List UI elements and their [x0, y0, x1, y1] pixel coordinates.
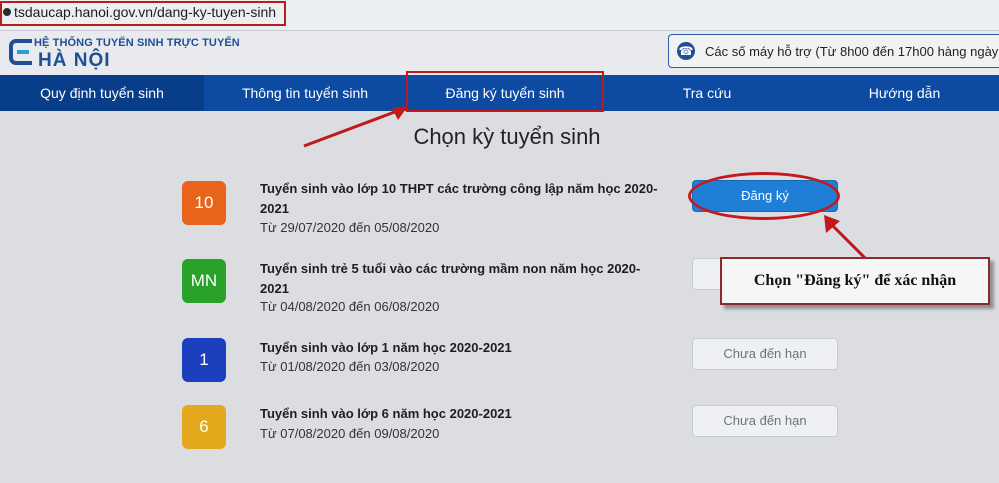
nav-item-tra-cuu[interactable]: Tra cứu: [604, 75, 810, 111]
nav-item-quy-dinh[interactable]: Quy định tuyển sinh: [0, 75, 204, 111]
nav-highlight-box: [406, 71, 604, 112]
page-title: Chọn kỳ tuyển sinh: [413, 124, 601, 149]
support-text: Các số máy hỗ trợ (Từ 8h00 đến 17h00 hàn…: [705, 44, 999, 59]
item-date: Từ 04/08/2020 đến 06/08/2020: [260, 299, 440, 314]
logo-title: HỆ THỐNG TUYỂN SINH TRỰC TUYẾN: [34, 37, 240, 49]
annotation-callout: Chọn "Đăng ký" để xác nhận: [720, 257, 990, 305]
item-title: Tuyển sinh vào lớp 10 THPT các trường cô…: [260, 181, 658, 216]
item-date: Từ 01/08/2020 đến 03/08/2020: [260, 359, 440, 374]
item-title: Tuyển sinh trẻ 5 tuổi vào các trường mầm…: [260, 261, 641, 296]
item-title: Tuyển sinh vào lớp 6 năm học 2020-2021: [260, 406, 512, 421]
not-yet-button[interactable]: Chưa đến hạn: [692, 338, 838, 370]
nav-item-huong-dan[interactable]: Hướng dẫn: [810, 75, 999, 111]
item-title: Tuyển sinh vào lớp 1 năm học 2020-2021: [260, 340, 512, 355]
callout-arrow-icon: [824, 215, 868, 261]
not-yet-button[interactable]: Chưa đến hạn: [692, 405, 838, 437]
url-highlight-box: [0, 1, 286, 26]
support-hotline[interactable]: ☎ Các số máy hỗ trợ (Từ 8h00 đến 17h00 h…: [668, 34, 999, 68]
badge-mam-non: MN: [182, 259, 226, 303]
badge-lop-10: 10: [182, 181, 226, 225]
logo-city: HÀ NỘI: [38, 50, 111, 71]
item-date: Từ 29/07/2020 đến 05/08/2020: [260, 220, 440, 235]
item-date: Từ 07/08/2020 đến 09/08/2020: [260, 426, 440, 441]
phone-icon: ☎: [677, 42, 695, 60]
badge-lop-1: 1: [182, 338, 226, 382]
badge-lop-6: 6: [182, 405, 226, 449]
